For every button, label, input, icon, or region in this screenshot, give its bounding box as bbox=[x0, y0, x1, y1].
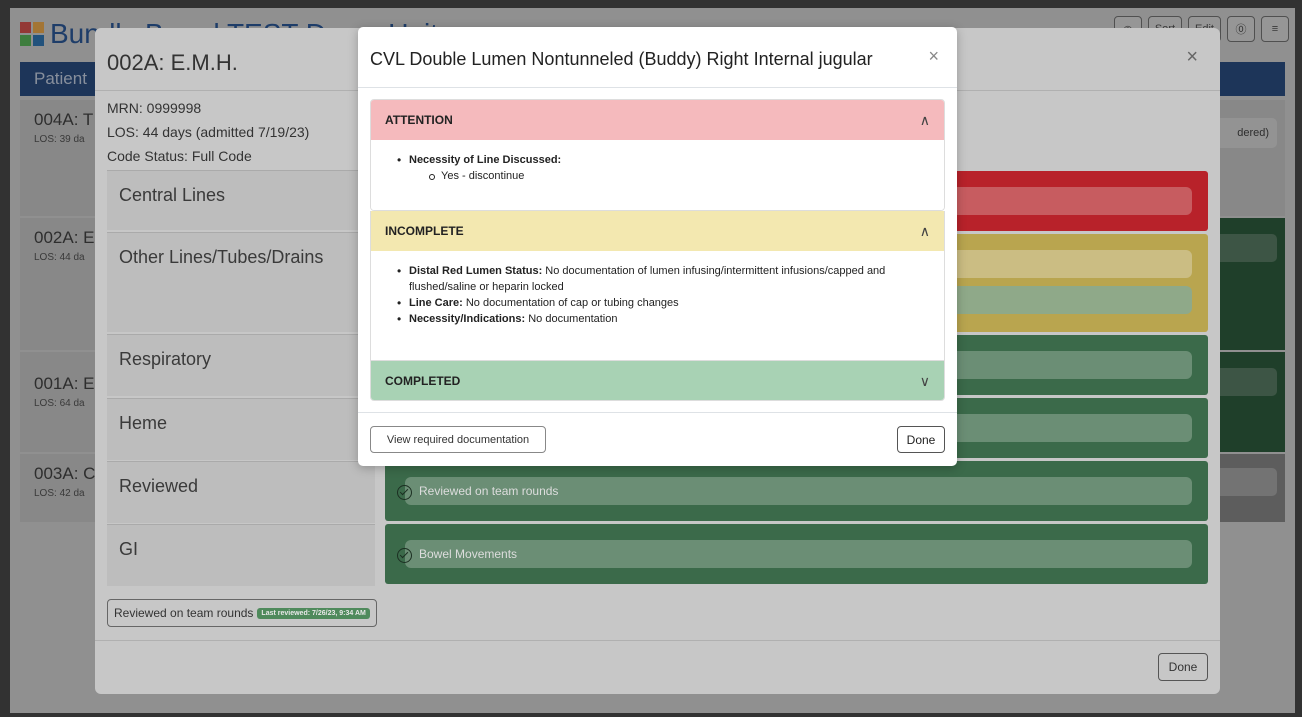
category-label: Central Lines bbox=[119, 185, 226, 205]
attention-section-label: ATTENTION bbox=[385, 113, 453, 127]
attention-section-body: Necessity of Line Discussed: Yes - disco… bbox=[371, 140, 944, 210]
list-item: Line Care: No documentation of cap or tu… bbox=[397, 295, 927, 311]
reviewed-on-rounds-label: Reviewed on team rounds bbox=[114, 606, 254, 620]
divider bbox=[95, 640, 1220, 641]
patient-modal-title: 002A: E.M.H. bbox=[107, 50, 238, 75]
category-label: Heme bbox=[119, 413, 168, 433]
patient-code-status: Code Status: Full Code bbox=[107, 148, 252, 164]
incomplete-section-label: INCOMPLETE bbox=[385, 224, 464, 238]
completed-section-label: COMPLETED bbox=[385, 374, 461, 388]
attention-list: Necessity of Line Discussed: Yes - disco… bbox=[397, 152, 561, 184]
divider bbox=[358, 87, 957, 88]
gi-panel: Bowel Movements bbox=[385, 524, 1208, 584]
gi-item-label: Bowel Movements bbox=[419, 547, 518, 561]
category-central-lines[interactable]: Central Lines bbox=[107, 170, 375, 230]
category-other-lines[interactable]: Other Lines/Tubes/Drains bbox=[107, 232, 375, 332]
sub-list-item: Yes - discontinue bbox=[429, 168, 561, 184]
category-label: Other Lines/Tubes/Drains bbox=[119, 247, 324, 267]
category-reviewed[interactable]: Reviewed bbox=[107, 461, 375, 523]
view-required-documentation-button[interactable]: View required documentation bbox=[370, 426, 546, 453]
gi-item-pill[interactable]: Bowel Movements bbox=[397, 540, 1192, 568]
check-circle-icon bbox=[397, 485, 412, 500]
patient-mrn: MRN: 0999998 bbox=[107, 100, 202, 116]
category-label: GI bbox=[119, 539, 139, 559]
incomplete-section-header[interactable]: INCOMPLETE ∧ bbox=[371, 211, 944, 251]
patient-los: LOS: 44 days (admitted 7/19/23) bbox=[107, 124, 310, 140]
patient-modal-done-button[interactable]: Done bbox=[1158, 653, 1208, 681]
list-item: Necessity/Indications: No documentation bbox=[397, 311, 927, 327]
category-respiratory[interactable]: Respiratory bbox=[107, 334, 375, 396]
category-label: Respiratory bbox=[119, 349, 212, 369]
item-key: Distal Red Lumen Status: bbox=[409, 265, 543, 277]
completed-section: COMPLETED ∨ bbox=[370, 360, 945, 401]
divider bbox=[358, 412, 957, 413]
chevron-down-icon: ∨ bbox=[919, 373, 930, 389]
check-circle-icon bbox=[397, 548, 412, 563]
dialog-title: CVL Double Lumen Nontunneled (Buddy) Rig… bbox=[370, 49, 873, 69]
category-heme[interactable]: Heme bbox=[107, 398, 375, 460]
incomplete-list: Distal Red Lumen Status: No documentatio… bbox=[397, 263, 927, 327]
item-key: Necessity of Line Discussed: bbox=[409, 154, 562, 166]
reviewed-item-label: Reviewed on team rounds bbox=[419, 484, 559, 498]
item-text: No documentation of cap or tubing change… bbox=[462, 297, 679, 309]
item-text: No documentation bbox=[525, 313, 618, 325]
close-icon[interactable]: × bbox=[928, 46, 939, 67]
incomplete-section-body: Distal Red Lumen Status: No documentatio… bbox=[371, 251, 944, 360]
list-item: Necessity of Line Discussed: Yes - disco… bbox=[397, 152, 561, 184]
completed-section-header[interactable]: COMPLETED ∨ bbox=[371, 361, 944, 400]
reviewed-panel: Reviewed on team rounds bbox=[385, 461, 1208, 521]
incomplete-section: INCOMPLETE ∧ Distal Red Lumen Status: No… bbox=[370, 211, 945, 361]
sub-list: Yes - discontinue bbox=[409, 168, 561, 184]
chevron-up-icon: ∧ bbox=[919, 112, 930, 128]
list-item: Distal Red Lumen Status: No documentatio… bbox=[397, 263, 927, 295]
chevron-up-icon: ∧ bbox=[919, 223, 930, 239]
line-detail-dialog: CVL Double Lumen Nontunneled (Buddy) Rig… bbox=[358, 27, 957, 466]
attention-section-header[interactable]: ATTENTION ∧ bbox=[371, 100, 944, 140]
last-reviewed-badge: Last reviewed: 7/26/23, 9:34 AM bbox=[257, 607, 370, 619]
dialog-done-button[interactable]: Done bbox=[897, 426, 945, 453]
reviewed-item-pill[interactable]: Reviewed on team rounds bbox=[397, 477, 1192, 505]
item-key: Line Care: bbox=[409, 297, 463, 309]
close-icon[interactable]: × bbox=[1186, 46, 1198, 69]
reviewed-on-rounds-button[interactable]: Reviewed on team rounds Last reviewed: 7… bbox=[107, 599, 377, 627]
category-gi[interactable]: GI bbox=[107, 524, 375, 586]
item-key: Necessity/Indications: bbox=[409, 313, 526, 325]
attention-section: ATTENTION ∧ Necessity of Line Discussed:… bbox=[370, 99, 945, 211]
category-label: Reviewed bbox=[119, 476, 199, 496]
